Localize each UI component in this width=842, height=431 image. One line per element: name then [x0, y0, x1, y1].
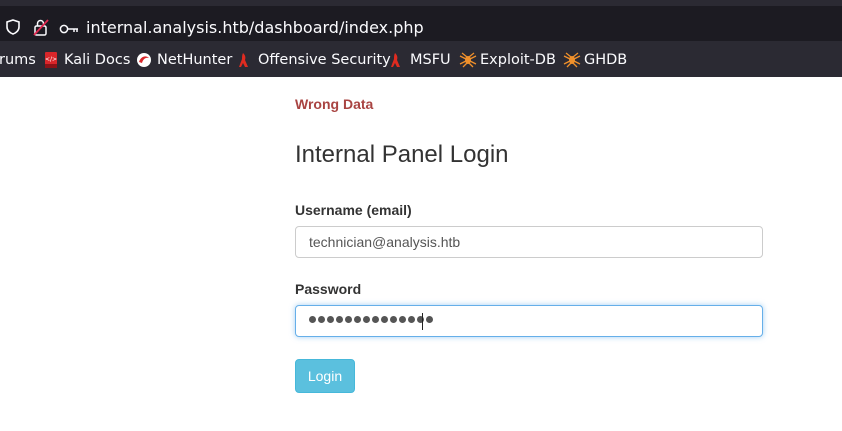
password-dot: [408, 316, 415, 323]
password-dot: [354, 316, 361, 323]
url-text[interactable]: internal.analysis.htb/dashboard/index.ph…: [86, 18, 424, 37]
bookmark-ghdb[interactable]: GHDB: [563, 50, 627, 70]
password-dot: [318, 316, 325, 323]
ghdb-icon: [563, 52, 581, 68]
bookmark-nethunter[interactable]: NetHunter: [136, 50, 232, 70]
password-dot: [309, 316, 316, 323]
bookmark-forums[interactable]: rums: [0, 50, 36, 70]
bookmark-msfu[interactable]: MSFU: [389, 50, 451, 70]
bookmark-kali-docs[interactable]: </> Kali Docs: [43, 50, 130, 70]
bookmark-label: rums: [0, 52, 36, 68]
password-dot: [372, 316, 379, 323]
browser-toolbar: internal.analysis.htb/dashboard/index.ph…: [0, 0, 842, 41]
address-bar[interactable]: internal.analysis.htb/dashboard/index.ph…: [0, 6, 842, 39]
page-title: Internal Panel Login: [295, 141, 509, 168]
bookmark-exploit-db[interactable]: Exploit-DB: [459, 50, 556, 70]
text-caret: [422, 313, 423, 330]
password-dot: [426, 316, 433, 323]
password-dot: [381, 316, 388, 323]
bookmark-label: Kali Docs: [64, 52, 131, 68]
password-dot: [345, 316, 352, 323]
password-dot: [363, 316, 370, 323]
svg-text:</>: </>: [45, 56, 57, 63]
password-mask: [309, 316, 434, 323]
insecure-lock-icon[interactable]: [33, 19, 49, 40]
password-dot: [327, 316, 334, 323]
password-dot: [336, 316, 343, 323]
nethunter-icon: [136, 52, 152, 68]
username-field[interactable]: technician@analysis.htb: [295, 226, 763, 258]
login-button[interactable]: Login: [295, 359, 355, 393]
shield-icon[interactable]: [6, 19, 20, 39]
offsec-icon: [237, 52, 253, 68]
msfu-icon: [389, 52, 405, 68]
exploit-db-icon: [459, 52, 477, 68]
username-value: technician@analysis.htb: [309, 234, 461, 250]
username-label: Username (email): [295, 202, 412, 218]
error-message: Wrong Data: [295, 96, 374, 112]
key-icon[interactable]: [59, 20, 79, 39]
bookmark-label: Exploit-DB: [480, 52, 556, 68]
bookmarks-bar: rums </> Kali Docs NetHunter Offensive S…: [0, 41, 842, 77]
bookmark-offensive-security[interactable]: Offensive Security: [237, 50, 391, 70]
bookmark-label: Offensive Security: [258, 52, 391, 68]
password-dot: [390, 316, 397, 323]
kali-docs-icon: </>: [43, 52, 59, 68]
password-dot: [399, 316, 406, 323]
bookmark-label: NetHunter: [157, 52, 233, 68]
password-label: Password: [295, 281, 362, 297]
password-field[interactable]: [295, 305, 763, 337]
bookmark-label: MSFU: [410, 52, 451, 68]
bookmark-label: GHDB: [584, 52, 628, 68]
